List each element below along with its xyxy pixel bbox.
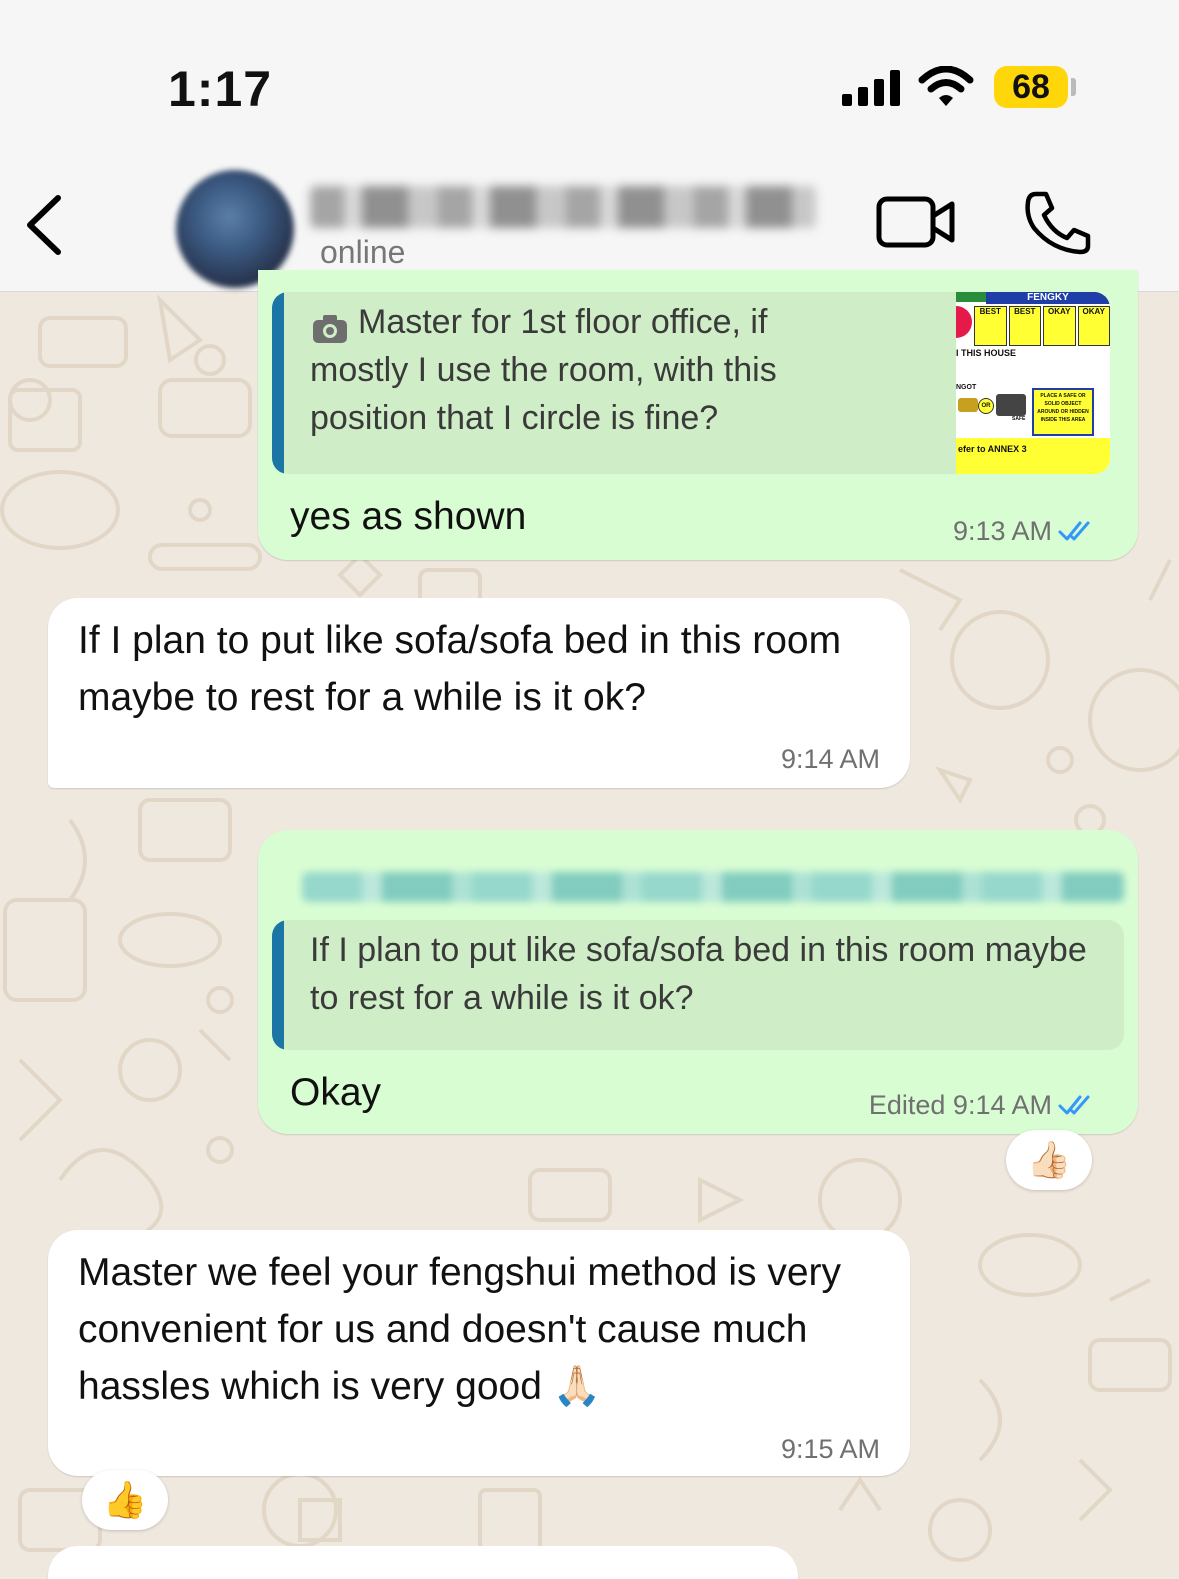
thumbnail-left-label: NGOT	[956, 384, 977, 391]
message-text: Okay	[290, 1071, 382, 1114]
reaction-thumbs-up[interactable]: 👍🏻	[1006, 1130, 1092, 1190]
back-chevron-icon[interactable]	[20, 192, 68, 258]
quoted-message[interactable]: Master for 1st floor office, if mostly I…	[272, 292, 1110, 474]
message-text: yes as shown	[290, 495, 527, 538]
thumbnail-label: BEST	[974, 306, 1007, 346]
message-timestamp: Edited 9:14 AM	[868, 1090, 1052, 1120]
quoted-sender-redacted	[302, 872, 1124, 902]
thumbnail-footer: efer to ANNEX 3	[958, 444, 1027, 454]
message-bubble-outgoing[interactable]: If I plan to put like sofa/sofa bed in t…	[258, 830, 1138, 1134]
thumbnail-box-line: PLACE A SAFE OR	[1040, 393, 1086, 399]
message-time: 9:13 AM	[953, 516, 1094, 547]
message-time: Edited 9:14 AM	[869, 1090, 1094, 1121]
quote-accent-bar	[272, 292, 284, 474]
quote-accent-bar	[272, 920, 284, 1050]
message-timestamp: 9:13 AM	[952, 516, 1052, 546]
message-bubble-incoming[interactable]: If I plan to put like sofa/sofa bed in t…	[48, 598, 910, 788]
message-bubble-incoming-partial[interactable]	[48, 1546, 798, 1579]
thumbnail-label: BEST	[1008, 306, 1041, 346]
thumbnail-box-line: SOLID OBJECT	[1044, 401, 1082, 407]
read-receipt-icon	[1058, 521, 1090, 541]
battery-indicator: 68	[994, 66, 1068, 108]
quoted-text: Master for 1st floor office, if mostly I…	[310, 303, 777, 437]
message-timestamp: 9:15 AM	[780, 1434, 880, 1464]
thumbnail-title: FENGKY	[986, 292, 1110, 304]
thumbnail-safe: SAFE	[1012, 416, 1026, 422]
wifi-icon	[918, 66, 974, 106]
message-text: Master we feel your fengshui method is v…	[78, 1251, 842, 1408]
thumbnail-or: OR	[978, 398, 994, 414]
voice-call-icon[interactable]	[1022, 190, 1092, 256]
thumbnail-label: OKAY	[1077, 306, 1110, 346]
contact-name-redacted[interactable]	[310, 186, 816, 228]
message-bubble-outgoing[interactable]: Master for 1st floor office, if mostly I…	[258, 270, 1138, 560]
chat-header: 1:17 68 online	[0, 0, 1179, 292]
message-bubble-incoming[interactable]: Master we feel your fengshui method is v…	[48, 1230, 910, 1476]
message-timestamp: 9:14 AM	[780, 744, 880, 774]
read-receipt-icon	[1058, 1095, 1090, 1115]
contact-status: online	[320, 234, 406, 270]
quoted-image-thumbnail[interactable]: FENGKY BEST BEST OKAY OKAY I THIS HOUSE …	[956, 292, 1110, 474]
thumbnail-label: OKAY	[1043, 306, 1076, 346]
video-call-icon[interactable]	[876, 194, 956, 250]
quoted-text: If I plan to put like sofa/sofa bed in t…	[310, 931, 1087, 1017]
reaction-thumbs-up[interactable]: 👍	[82, 1470, 168, 1530]
message-text: If I plan to put like sofa/sofa bed in t…	[78, 619, 842, 719]
thumbnail-box-line: INSIDE THIS AREA	[1040, 417, 1086, 423]
battery-tip	[1071, 78, 1076, 96]
cellular-signal-icon	[842, 70, 900, 106]
status-time: 1:17	[168, 61, 273, 117]
thumbnail-box-line: AROUND OR HIDDEN	[1037, 409, 1089, 415]
thumbnail-line: I THIS HOUSE	[956, 348, 1017, 358]
quoted-message[interactable]: If I plan to put like sofa/sofa bed in t…	[272, 920, 1124, 1050]
